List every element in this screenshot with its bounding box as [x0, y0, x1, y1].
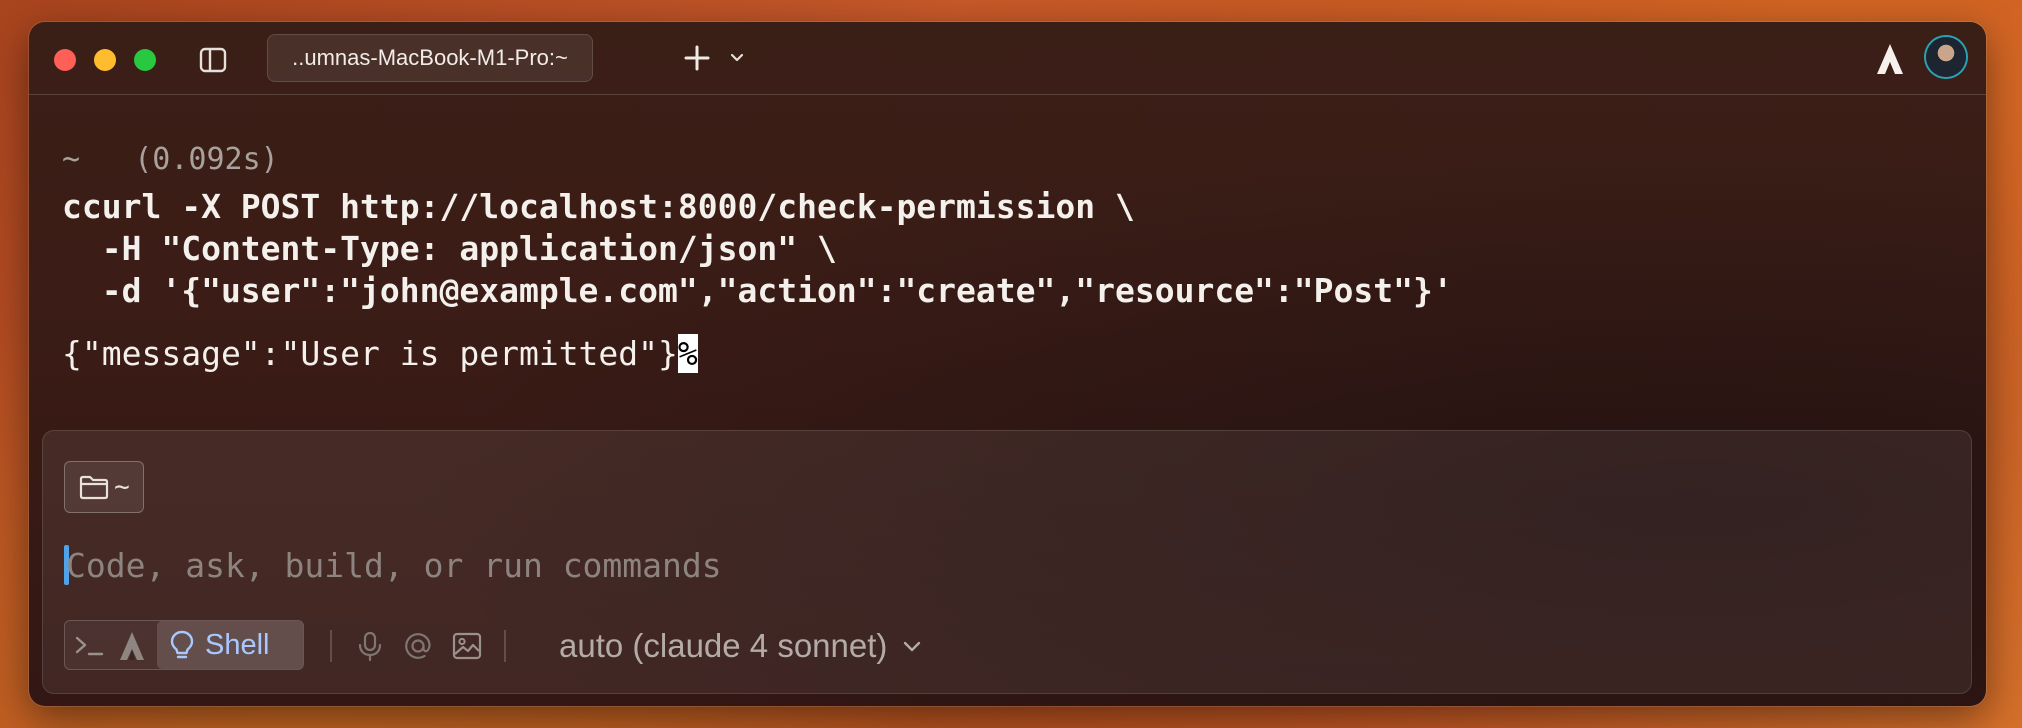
at-icon[interactable] [402, 630, 434, 662]
command-input[interactable]: Code, ask, build, or run commands [64, 541, 1944, 589]
image-icon[interactable] [451, 630, 483, 662]
command-line-1: ccurl -X POST http://localhost:8000/chec… [62, 187, 1135, 226]
mode-switcher: Shell [64, 620, 304, 670]
command-input-placeholder: Code, ask, build, or run commands [66, 545, 722, 585]
chevron-down-icon[interactable] [729, 50, 745, 66]
model-selector[interactable]: auto (claude 4 sonnet) [559, 624, 923, 668]
block-duration: (0.092s) [134, 142, 279, 177]
shell-mode-button[interactable]: Shell [157, 621, 303, 669]
chevron-down-icon [904, 641, 921, 652]
output-text: {"message":"User is permitted"} [62, 334, 678, 373]
command-line-3: -d '{"user":"john@example.com","action":… [62, 271, 1453, 310]
tab-terminal-session[interactable]: ..umnas-MacBook-M1-Pro:~ [267, 34, 593, 82]
output-end-marker: % [677, 334, 698, 373]
terminal-window: ..umnas-MacBook-M1-Pro:~ ~ (0.092s) ccur… [29, 22, 1986, 706]
sidebar-toggle-icon[interactable] [199, 46, 227, 74]
input-toolbar: Shell auto (claude 4 sonnet) [64, 620, 1064, 672]
plus-icon[interactable] [681, 42, 713, 74]
command-line-2: -H "Content-Type: application/json" \ [62, 229, 837, 268]
lightbulb-icon [170, 630, 194, 659]
title-bar: ..umnas-MacBook-M1-Pro:~ [29, 22, 1986, 95]
directory-chip-label: ~ [114, 472, 130, 502]
microphone-icon[interactable] [354, 630, 386, 662]
folder-icon [80, 475, 109, 500]
command-block[interactable]: ~ (0.092s) ccurl -X POST http://localhos… [62, 142, 1453, 373]
maximize-window-button[interactable] [134, 49, 156, 71]
input-panel: ~ Code, ask, build, or run commands Shel… [42, 430, 1972, 694]
agent-logo-icon[interactable] [1874, 42, 1906, 76]
block-directory: ~ [62, 142, 81, 177]
toolbar-divider [504, 630, 506, 662]
command-output: {"message":"User is permitted"}% [62, 334, 1453, 373]
agent-mode-icon[interactable] [117, 630, 147, 662]
model-selector-label: auto (claude 4 sonnet) [559, 627, 888, 664]
block-header: ~ (0.092s) [62, 142, 1453, 186]
directory-chip[interactable]: ~ [64, 461, 144, 513]
shell-mode-label: Shell [205, 628, 270, 661]
minimize-window-button[interactable] [94, 49, 116, 71]
tab-title: ..umnas-MacBook-M1-Pro:~ [292, 45, 568, 70]
avatar[interactable] [1926, 37, 1966, 77]
terminal-icon[interactable] [73, 631, 107, 661]
close-window-button[interactable] [54, 49, 76, 71]
toolbar-divider [330, 630, 332, 662]
